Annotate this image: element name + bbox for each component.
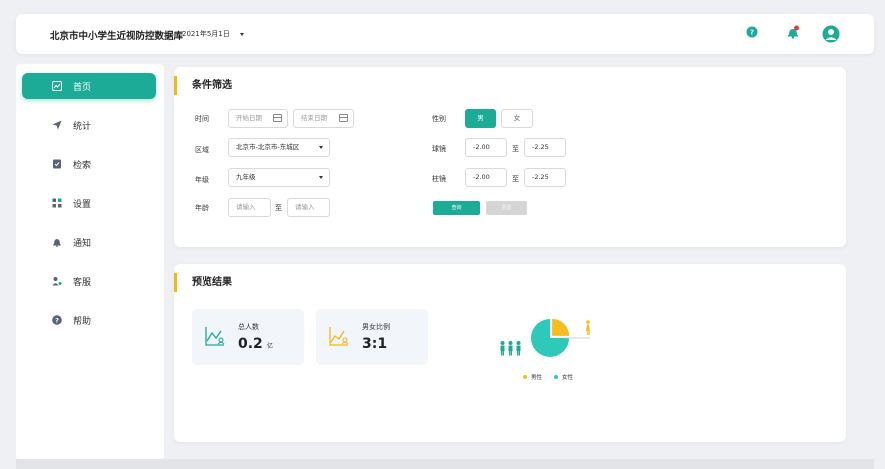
legend-female-label: 女性	[562, 375, 574, 381]
age-max-input[interactable]: 请输入	[287, 198, 330, 217]
age-label: 年龄	[195, 204, 209, 212]
chevron-down-icon	[319, 176, 323, 179]
service-icon	[52, 277, 62, 286]
svg-text:?: ?	[750, 29, 754, 37]
sidebar: 首页 统计 检索 设置 通知 客服 ? 帮助	[16, 64, 164, 460]
gender-female-button[interactable]: 女	[501, 109, 533, 128]
sidebar-item-label: 通知	[73, 239, 92, 249]
sidebar-item-settings[interactable]: 设置	[22, 190, 156, 216]
cylinder-min-input[interactable]: -2.00	[465, 168, 507, 187]
chevron-down-icon	[239, 32, 244, 36]
gender-pie-chart	[500, 318, 590, 357]
bottom-bar	[16, 459, 874, 469]
search-doc-icon	[53, 159, 61, 169]
sidebar-item-label: 首页	[73, 83, 92, 93]
total-count-label: 总人数	[238, 323, 259, 331]
time-label: 时间	[195, 115, 209, 123]
sidebar-item-notify[interactable]: 通知	[22, 229, 156, 255]
region-select[interactable]: 北京市-北京市-东城区	[228, 138, 330, 157]
filter-card: 条件筛选 时间 开始日期 结束日期 区域 北京市-北京市-东城区 年级 九年级 …	[174, 67, 846, 247]
help-icon[interactable]: ?	[746, 26, 758, 38]
legend-male-label: 男性	[531, 375, 543, 381]
legend-female-swatch	[554, 375, 558, 379]
sidebar-item-stats[interactable]: 统计	[22, 112, 156, 138]
cylinder-max-input[interactable]: -2.25	[524, 168, 566, 187]
region-value: 北京市-北京市-东城区	[236, 143, 300, 151]
grade-label: 年级	[195, 176, 209, 184]
legend-male: 男性	[523, 373, 542, 381]
legend-female: 女性	[554, 373, 573, 381]
sidebar-item-home[interactable]: 首页	[22, 73, 156, 99]
query-button[interactable]: 查询	[433, 201, 480, 215]
result-title: 预览结果	[174, 273, 232, 292]
bell-icon	[53, 239, 61, 247]
chevron-down-icon	[319, 146, 323, 149]
total-count-unit: 亿	[266, 343, 273, 350]
legend-male-swatch	[523, 375, 527, 379]
male-people-icon	[500, 341, 521, 356]
total-count-value: 0.2 亿	[238, 336, 273, 352]
date-selector[interactable]: 2021年5月1日	[182, 29, 244, 39]
grade-value: 九年级	[236, 173, 256, 181]
filter-title: 条件筛选	[174, 76, 232, 95]
total-count-number: 0.2	[238, 336, 263, 352]
sidebar-item-label: 统计	[73, 122, 92, 132]
sidebar-item-search[interactable]: 检索	[22, 151, 156, 177]
trend-chart-icon	[205, 327, 225, 346]
ratio-chart-icon	[329, 327, 349, 346]
svg-text:?: ?	[55, 317, 59, 325]
start-date-placeholder: 开始日期	[236, 114, 262, 122]
grade-select[interactable]: 九年级	[228, 168, 330, 187]
sidebar-item-label: 检索	[73, 161, 92, 171]
cylinder-label: 柱镜	[432, 175, 446, 183]
region-label: 区域	[195, 146, 209, 154]
end-date-placeholder: 结束日期	[301, 114, 327, 122]
end-date-field[interactable]: 结束日期	[293, 109, 354, 128]
sidebar-item-service[interactable]: 客服	[22, 268, 156, 294]
sphere-to-label: 至	[512, 145, 519, 153]
help-icon: ?	[52, 315, 62, 325]
calendar-icon	[339, 114, 348, 122]
user-avatar-icon[interactable]	[822, 25, 840, 43]
gender-ratio-label: 男女比例	[362, 323, 390, 331]
female-person-icon	[586, 320, 590, 335]
cylinder-to-label: 至	[512, 175, 519, 183]
sidebar-item-label: 客服	[73, 278, 92, 288]
result-card: 预览结果 总人数 0.2 亿 男女比例 3:1 男性 女性	[174, 264, 846, 442]
sidebar-item-label: 设置	[73, 200, 92, 210]
sidebar-item-label: 帮助	[73, 317, 92, 327]
gender-ratio-card: 男女比例 3:1	[316, 309, 428, 365]
top-header: 北京市中小学生近视防控数据库 2021年5月1日 ?	[16, 14, 874, 54]
sphere-max-input[interactable]: -2.25	[524, 138, 566, 157]
total-count-card: 总人数 0.2 亿	[192, 309, 304, 365]
chart-icon	[52, 81, 62, 91]
calendar-icon	[273, 114, 282, 122]
reset-button[interactable]: 重置	[486, 201, 527, 215]
gender-label: 性别	[432, 115, 446, 123]
date-value: 2021年5月1日	[182, 30, 230, 38]
sidebar-item-help[interactable]: ? 帮助	[22, 307, 156, 333]
settings-grid-icon	[52, 198, 62, 208]
sphere-min-input[interactable]: -2.00	[465, 138, 507, 157]
notification-icon[interactable]	[786, 25, 800, 39]
start-date-field[interactable]: 开始日期	[228, 109, 288, 128]
send-icon	[52, 120, 62, 130]
age-to-label: 至	[275, 204, 282, 212]
app-title: 北京市中小学生近视防控数据库	[50, 31, 184, 42]
gender-male-button[interactable]: 男	[465, 109, 496, 128]
sphere-label: 球镜	[432, 145, 446, 153]
age-min-input[interactable]: 请输入	[228, 198, 271, 217]
pie-slice-male	[552, 318, 570, 336]
gender-ratio-value: 3:1	[362, 336, 388, 352]
